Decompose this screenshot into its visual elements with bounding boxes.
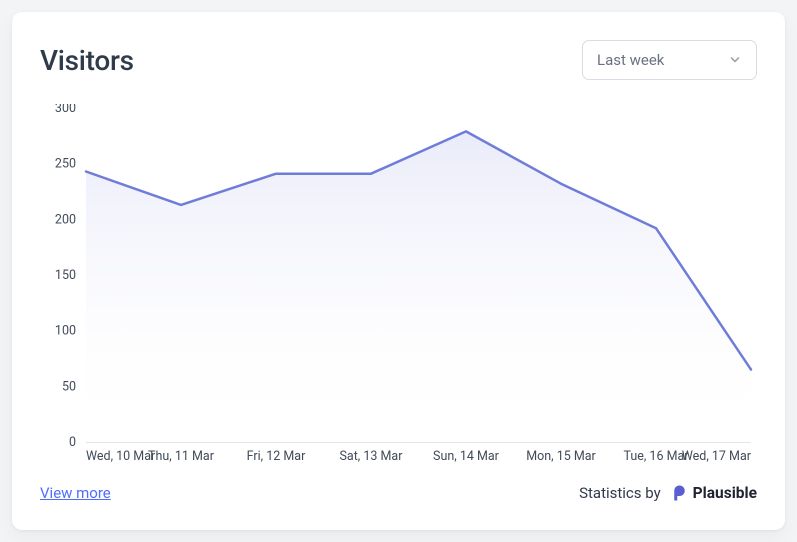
- chart-svg: 0 50 100 150 200 250 300 Wed, 10 MarThu, 11 Mar…: [40, 104, 757, 470]
- svg-text:250: 250: [55, 157, 76, 172]
- range-select[interactable]: Last week: [582, 40, 757, 80]
- view-more-link[interactable]: View more: [40, 484, 111, 502]
- plausible-logo: Plausible: [669, 484, 757, 502]
- range-select-label: Last week: [597, 51, 664, 69]
- visitors-chart: 0 50 100 150 200 250 300 Wed, 10 MarThu, 11 Mar…: [40, 104, 757, 470]
- plausible-logo-text: Plausible: [693, 484, 757, 502]
- svg-text:Sun, 14 Mar: Sun, 14 Mar: [433, 449, 500, 464]
- page-title: Visitors: [40, 44, 134, 77]
- svg-text:Thu, 11 Mar: Thu, 11 Mar: [148, 449, 215, 464]
- svg-text:Wed, 10 Mar: Wed, 10 Mar: [86, 449, 156, 464]
- visitors-card: Visitors Last week 0 50 100 150 200 250 300 Wed…: [12, 12, 785, 530]
- svg-text:Mon, 15 Mar: Mon, 15 Mar: [526, 449, 596, 464]
- svg-text:150: 150: [55, 268, 76, 283]
- svg-text:200: 200: [55, 212, 76, 227]
- attribution: Statistics by Plausible: [579, 484, 757, 502]
- card-header: Visitors Last week: [40, 40, 757, 80]
- svg-text:0: 0: [69, 435, 76, 450]
- card-footer: View more Statistics by Plausible: [40, 484, 757, 502]
- svg-text:300: 300: [55, 104, 76, 116]
- svg-text:50: 50: [62, 379, 76, 394]
- svg-text:100: 100: [55, 324, 76, 339]
- svg-text:Wed, 17 Mar: Wed, 17 Mar: [682, 449, 752, 464]
- svg-text:Tue, 16 Mar: Tue, 16 Mar: [623, 449, 689, 464]
- attribution-text: Statistics by: [579, 484, 661, 502]
- svg-text:Fri, 12 Mar: Fri, 12 Mar: [247, 449, 306, 464]
- chevron-down-icon: [728, 53, 742, 67]
- plausible-logo-icon: [669, 484, 687, 502]
- svg-text:Sat, 13 Mar: Sat, 13 Mar: [340, 449, 404, 464]
